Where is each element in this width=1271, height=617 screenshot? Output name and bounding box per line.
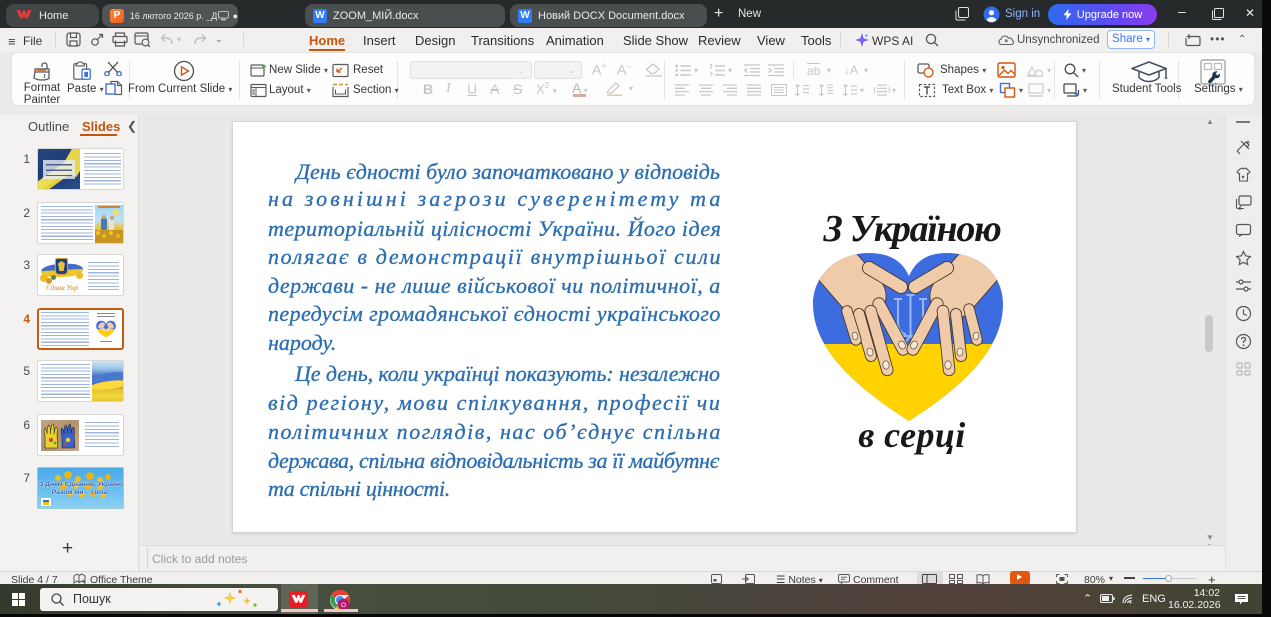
svg-text:O: O [341,602,346,609]
